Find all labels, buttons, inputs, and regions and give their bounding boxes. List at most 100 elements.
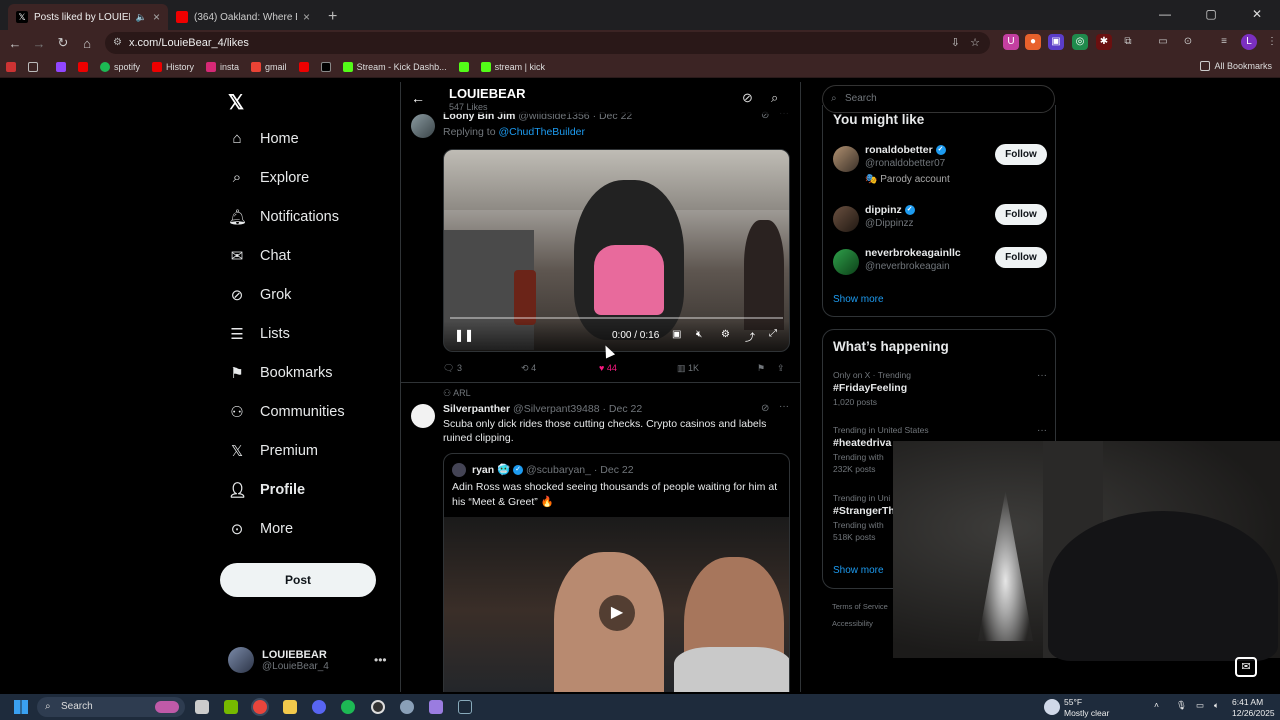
pause-icon[interactable]: ❚❚ [454, 328, 474, 342]
chevron-up-icon[interactable]: ˄ [1154, 700, 1159, 710]
obs-icon[interactable] [371, 700, 385, 714]
terms-link[interactable]: Terms of Service [832, 602, 888, 611]
maximize-button[interactable]: ▢ [1188, 0, 1234, 30]
steam-icon[interactable] [458, 700, 472, 714]
forward-button[interactable]: → [27, 36, 51, 51]
mute-icon[interactable]: 🔇︎ [696, 329, 702, 340]
retweet-button[interactable]: ⟲ 4 [521, 363, 599, 374]
nvidia-icon[interactable] [224, 700, 238, 714]
follow-button[interactable]: Follow [995, 144, 1047, 165]
share-button[interactable]: ⇪ [777, 363, 785, 374]
nav-chat[interactable]: ✉ Chat [228, 247, 291, 265]
views-button[interactable]: ▥ 1K [677, 363, 757, 374]
star-icon[interactable]: ☆ [970, 32, 980, 54]
bookmark-history[interactable]: History [152, 61, 194, 72]
clock-time[interactable]: 6:41 AM [1232, 697, 1263, 707]
reply-mention-link[interactable]: @ChudTheBuilder [498, 126, 585, 138]
suggestion-item[interactable]: dippinz ✓ @Dippinzz Follow [833, 204, 1047, 244]
tab-close-icon[interactable]: × [303, 10, 310, 24]
back-button[interactable]: ← [3, 36, 27, 51]
extension-icon[interactable]: ● [1025, 34, 1041, 50]
video-player[interactable]: ❚❚ 0:00 / 0:16 ▣ 🔇︎ ⚙ ⤴ ⤢ [443, 149, 790, 352]
split-view-icon[interactable]: ▭ [1155, 34, 1171, 50]
reload-button[interactable]: ↻ [51, 35, 75, 51]
display-icon[interactable]: ▭ [1196, 700, 1204, 711]
post-button[interactable]: Post [220, 563, 376, 597]
browser-tab[interactable]: (364) Oakland: Where Every Cri × [168, 4, 318, 30]
nav-explore[interactable]: ⌕ Explore [228, 169, 309, 186]
extensions-puzzle-icon[interactable]: ⧉ [1120, 34, 1136, 50]
follow-button[interactable]: Follow [995, 204, 1047, 225]
play-icon[interactable]: ▶ [599, 595, 635, 631]
trend-item[interactable]: Only on X · Trending #FridayFeeling 1,02… [833, 370, 1047, 407]
bookmark-youtube[interactable] [78, 61, 88, 72]
clock-date[interactable]: 12/26/2025 [1232, 708, 1275, 718]
avatar[interactable] [411, 404, 435, 428]
grok-icon[interactable]: ⊘ [761, 403, 769, 414]
more-dots-icon[interactable]: ··· [779, 401, 789, 412]
follow-button[interactable]: Follow [995, 247, 1047, 268]
bookmark-gmail[interactable]: gmail [251, 61, 287, 72]
extension-icon[interactable]: ◎ [1072, 34, 1088, 50]
nav-home[interactable]: ⌂ Home [228, 130, 298, 147]
suggestion-item[interactable]: neverbrokeagainllc @neverbrokeagain Foll… [833, 247, 1047, 287]
author-handle[interactable]: @Silverpant39488 [513, 403, 600, 415]
bookmark-kick[interactable] [458, 61, 469, 72]
quote-tweet[interactable]: ryan 🥶 ✓ @scubaryan_ · Dec 22 Adin Ross … [443, 453, 790, 692]
close-window-button[interactable]: ✕ [1234, 0, 1280, 30]
more-dots-icon[interactable]: ••• [374, 653, 387, 667]
new-tab-button[interactable]: + [318, 4, 347, 30]
author-name[interactable]: Silverpanther [443, 403, 510, 415]
grok-icon[interactable]: ⊘ [742, 90, 753, 106]
bookmark-youtube2[interactable] [298, 61, 309, 72]
bookmark-spotify[interactable]: spotify [100, 61, 140, 72]
more-dots-icon[interactable]: ··· [1037, 425, 1047, 436]
accessibility-link[interactable]: Accessibility [832, 619, 873, 628]
nav-profile[interactable]: 👤︎ Profile [228, 481, 305, 499]
bookmark-insta[interactable]: insta [206, 61, 239, 72]
home-button[interactable]: ⌂ [75, 36, 99, 51]
windows-start-icon[interactable] [14, 700, 28, 714]
fullscreen-icon[interactable]: ⤢ [769, 328, 777, 339]
bookmark-button[interactable]: ⚑ [757, 363, 777, 374]
settings-icon[interactable]: ⚙ [721, 329, 730, 340]
tab-close-icon[interactable]: × [153, 10, 160, 24]
bookmark-twitch[interactable] [56, 61, 66, 72]
x-logo-icon[interactable]: 𝕏 [228, 90, 244, 115]
chrome-icon[interactable] [253, 700, 267, 714]
address-bar[interactable]: ⚙ x.com/LouieBear_4/likes ⇩ ☆ [105, 32, 990, 54]
more-dots-icon[interactable]: ··· [1037, 370, 1047, 381]
nav-more[interactable]: ⊙ More [228, 520, 293, 538]
nav-communities[interactable]: ⚇ Communities [228, 403, 344, 421]
avatar[interactable] [411, 114, 435, 138]
weather-temp[interactable]: 55°F [1064, 697, 1082, 707]
extension-icon[interactable]: U [1003, 34, 1019, 50]
nav-grok[interactable]: ⊘ Grok [228, 286, 292, 304]
tab-search-icon[interactable]: ≡ [1216, 34, 1232, 50]
bookmark-kick-dashboard[interactable]: Stream - Kick Dashb... [342, 61, 447, 72]
extension-icon[interactable]: ✱ [1096, 34, 1112, 50]
show-more-link[interactable]: Show more [833, 294, 884, 305]
nav-notifications[interactable]: 🔔︎ Notifications [228, 208, 339, 226]
site-info-icon[interactable]: ⚙ [113, 32, 122, 54]
controller-icon[interactable] [429, 700, 443, 714]
browser-tab-active[interactable]: 𝕏 Posts liked by LOUIEBEAR ( 🔈 × [8, 4, 168, 30]
settings-icon[interactable] [400, 700, 414, 714]
search-icon[interactable]: ⌕ [771, 90, 778, 106]
spotify-icon[interactable] [341, 700, 355, 714]
messages-icon[interactable]: ✉ [1235, 657, 1257, 677]
profile-avatar-icon[interactable]: L [1241, 34, 1257, 50]
bookmark-apps[interactable] [6, 61, 16, 72]
task-view-icon[interactable] [195, 700, 209, 714]
bookmark-stream-kick[interactable]: stream | kick [480, 61, 545, 72]
file-explorer-icon[interactable] [283, 700, 297, 714]
nav-premium[interactable]: 𝕏 Premium [228, 442, 318, 460]
nav-bookmarks[interactable]: ⚑ Bookmarks [228, 364, 332, 382]
bookmark-x[interactable] [320, 61, 331, 72]
weather-icon[interactable] [1044, 699, 1060, 715]
back-arrow-icon[interactable]: ← [411, 90, 425, 106]
reply-button[interactable]: 🗨︎ 3 [443, 363, 521, 374]
minimize-button[interactable]: — [1142, 0, 1188, 30]
bookmark-grid[interactable] [28, 61, 38, 72]
discord-icon[interactable] [312, 700, 326, 714]
